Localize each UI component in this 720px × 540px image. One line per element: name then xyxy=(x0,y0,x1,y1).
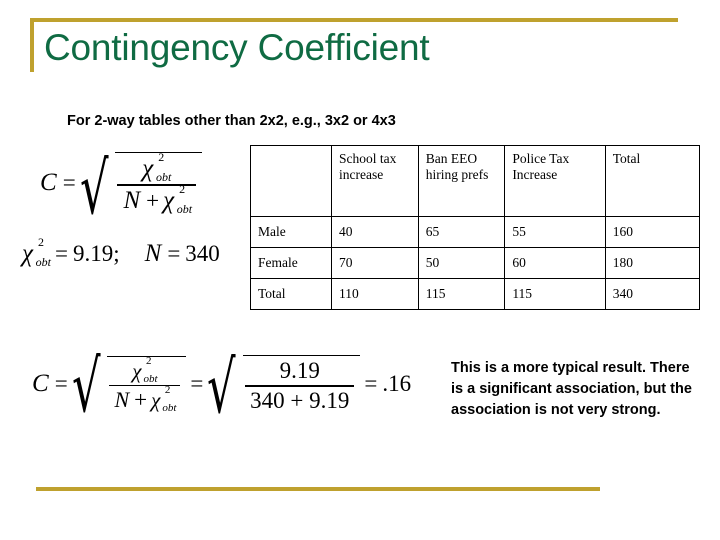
chi-squared-obt: χ 2 obt xyxy=(163,182,193,216)
row-label: Male xyxy=(250,216,332,248)
formula1-radical: √ χ 2 obt N + χ 2 obt xyxy=(79,147,203,231)
formula1-numerator: χ 2 obt xyxy=(138,150,175,184)
contingency-table: School tax increase Ban EEO hiring prefs… xyxy=(250,145,701,310)
table-cell: 60 xyxy=(504,247,606,279)
formula3-lhs: C xyxy=(32,370,49,398)
chi-subscript: obt xyxy=(162,401,177,414)
table-cell: 70 xyxy=(330,247,419,279)
table-row: Male 40 65 55 160 xyxy=(250,216,701,248)
equals-operator: = xyxy=(54,371,68,397)
chi-subscript: obt xyxy=(143,372,158,385)
accent-rule-top xyxy=(30,18,678,22)
chi-base: χ xyxy=(22,240,33,267)
formula-given-values: χ 2 obt = 9.19; N = 340 xyxy=(22,235,221,269)
equals-operator: = xyxy=(167,241,181,266)
formula3-radical-symbolic: √ χ 2 obt N + χ 2 obt xyxy=(71,345,187,429)
table-column-header: Ban EEO hiring prefs xyxy=(417,145,506,217)
table-cell: 180 xyxy=(604,247,701,279)
row-label: Female xyxy=(250,247,332,279)
plus-operator: + xyxy=(134,387,148,413)
table-cell: 40 xyxy=(330,216,419,248)
chi-exponent: 2 xyxy=(158,150,165,164)
formula-worked-computation: C = √ χ 2 obt N + χ 2 obt = √ 9.19 340 +… xyxy=(30,345,412,430)
numeric-denominator: 340 + 9.19 xyxy=(250,387,350,413)
table-header-row: School tax increase Ban EEO hiring prefs… xyxy=(250,145,701,217)
formula3-numerator-symbolic: χ 2 obt xyxy=(128,355,161,385)
commentary-text: This is a more typical result. There is … xyxy=(451,360,692,418)
table-row: Female 70 50 60 180 xyxy=(250,247,701,279)
formula3-numerator-numeric: 9.19 xyxy=(275,358,325,384)
sample-size-value: 340 xyxy=(185,241,220,266)
chi-exponent: 2 xyxy=(38,235,44,249)
chi-subscript: obt xyxy=(155,170,172,184)
chi-base: χ xyxy=(132,358,142,383)
fraction-bar xyxy=(245,385,355,387)
equals-operator: = xyxy=(55,241,68,266)
table-cell: 65 xyxy=(417,216,506,248)
formula3-radical-numeric: √ 9.19 340 + 9.19 xyxy=(207,346,361,430)
formula3-denominator-symbolic: N + χ 2 obt xyxy=(109,384,180,414)
page-title: Contingency Coefficient xyxy=(44,27,430,68)
formula1-equals: = xyxy=(62,170,76,196)
formula1-denominator: N + χ 2 obt xyxy=(117,182,196,216)
radical-sign-icon: √ xyxy=(79,147,109,231)
chi-squared-obt: χ 2 obt xyxy=(142,150,172,184)
formula3-denominator-numeric: 340 + 9.19 xyxy=(245,388,354,414)
table-cell: 110 xyxy=(330,278,419,310)
radical-sign-icon: √ xyxy=(71,345,101,429)
table-row: Total 110 115 115 340 xyxy=(250,278,701,310)
table-column-header: Total xyxy=(604,145,701,217)
table-cell: 115 xyxy=(504,278,606,310)
chi-subscript: obt xyxy=(35,255,51,269)
chi-squared-obt: χ 2 obt xyxy=(151,384,177,414)
chi-base: χ xyxy=(151,387,161,412)
bullet-text: For 2-way tables other than 2x2, e.g., 3… xyxy=(67,113,396,129)
sample-size-var: N xyxy=(144,240,162,267)
formula1-lhs: C xyxy=(40,169,57,197)
chi-squared-obt: χ 2 obt xyxy=(22,235,51,269)
chi-squared-obt: χ 2 obt xyxy=(132,355,158,385)
equals-operator: = xyxy=(364,371,378,397)
chi-exponent: 2 xyxy=(179,181,186,196)
equals-operator: = xyxy=(190,371,204,397)
slide-canvas: Contingency Coefficient For 2-way tables… xyxy=(0,0,720,540)
chi-base: χ xyxy=(142,155,154,182)
accent-rule-left xyxy=(30,18,34,72)
table-corner-cell xyxy=(250,145,332,217)
table-column-header: School tax increase xyxy=(330,145,419,217)
chi-subscript: obt xyxy=(176,201,193,216)
chi-squared-value: 9.19; xyxy=(72,241,120,266)
formula3-fraction-symbolic: χ 2 obt N + χ 2 obt xyxy=(109,355,181,414)
contingency-coefficient-result: .16 xyxy=(382,371,412,397)
formula1-fraction: χ 2 obt N + χ 2 obt xyxy=(117,150,197,216)
table-cell: 50 xyxy=(417,247,506,279)
chi-exponent: 2 xyxy=(146,354,152,367)
table-cell: 55 xyxy=(504,216,606,248)
table-column-header: Police Tax Increase xyxy=(504,145,606,217)
chi-exponent: 2 xyxy=(164,383,171,396)
numeric-numerator: 9.19 xyxy=(279,358,320,383)
table-cell: 115 xyxy=(417,278,506,310)
sample-size-var: N xyxy=(114,387,130,413)
radical-sign-icon: √ xyxy=(207,346,236,430)
chi-base: χ xyxy=(163,186,175,214)
formula-contingency-definition: C = √ χ 2 obt N + χ 2 obt xyxy=(38,147,203,231)
table-cell: 340 xyxy=(604,278,701,310)
formula3-fraction-numeric: 9.19 340 + 9.19 xyxy=(245,358,355,414)
plus-operator: + xyxy=(146,187,160,213)
sample-size-var: N xyxy=(123,186,141,214)
accent-rule-bottom xyxy=(36,487,600,491)
row-label: Total xyxy=(250,278,332,310)
table-cell: 160 xyxy=(604,216,701,248)
